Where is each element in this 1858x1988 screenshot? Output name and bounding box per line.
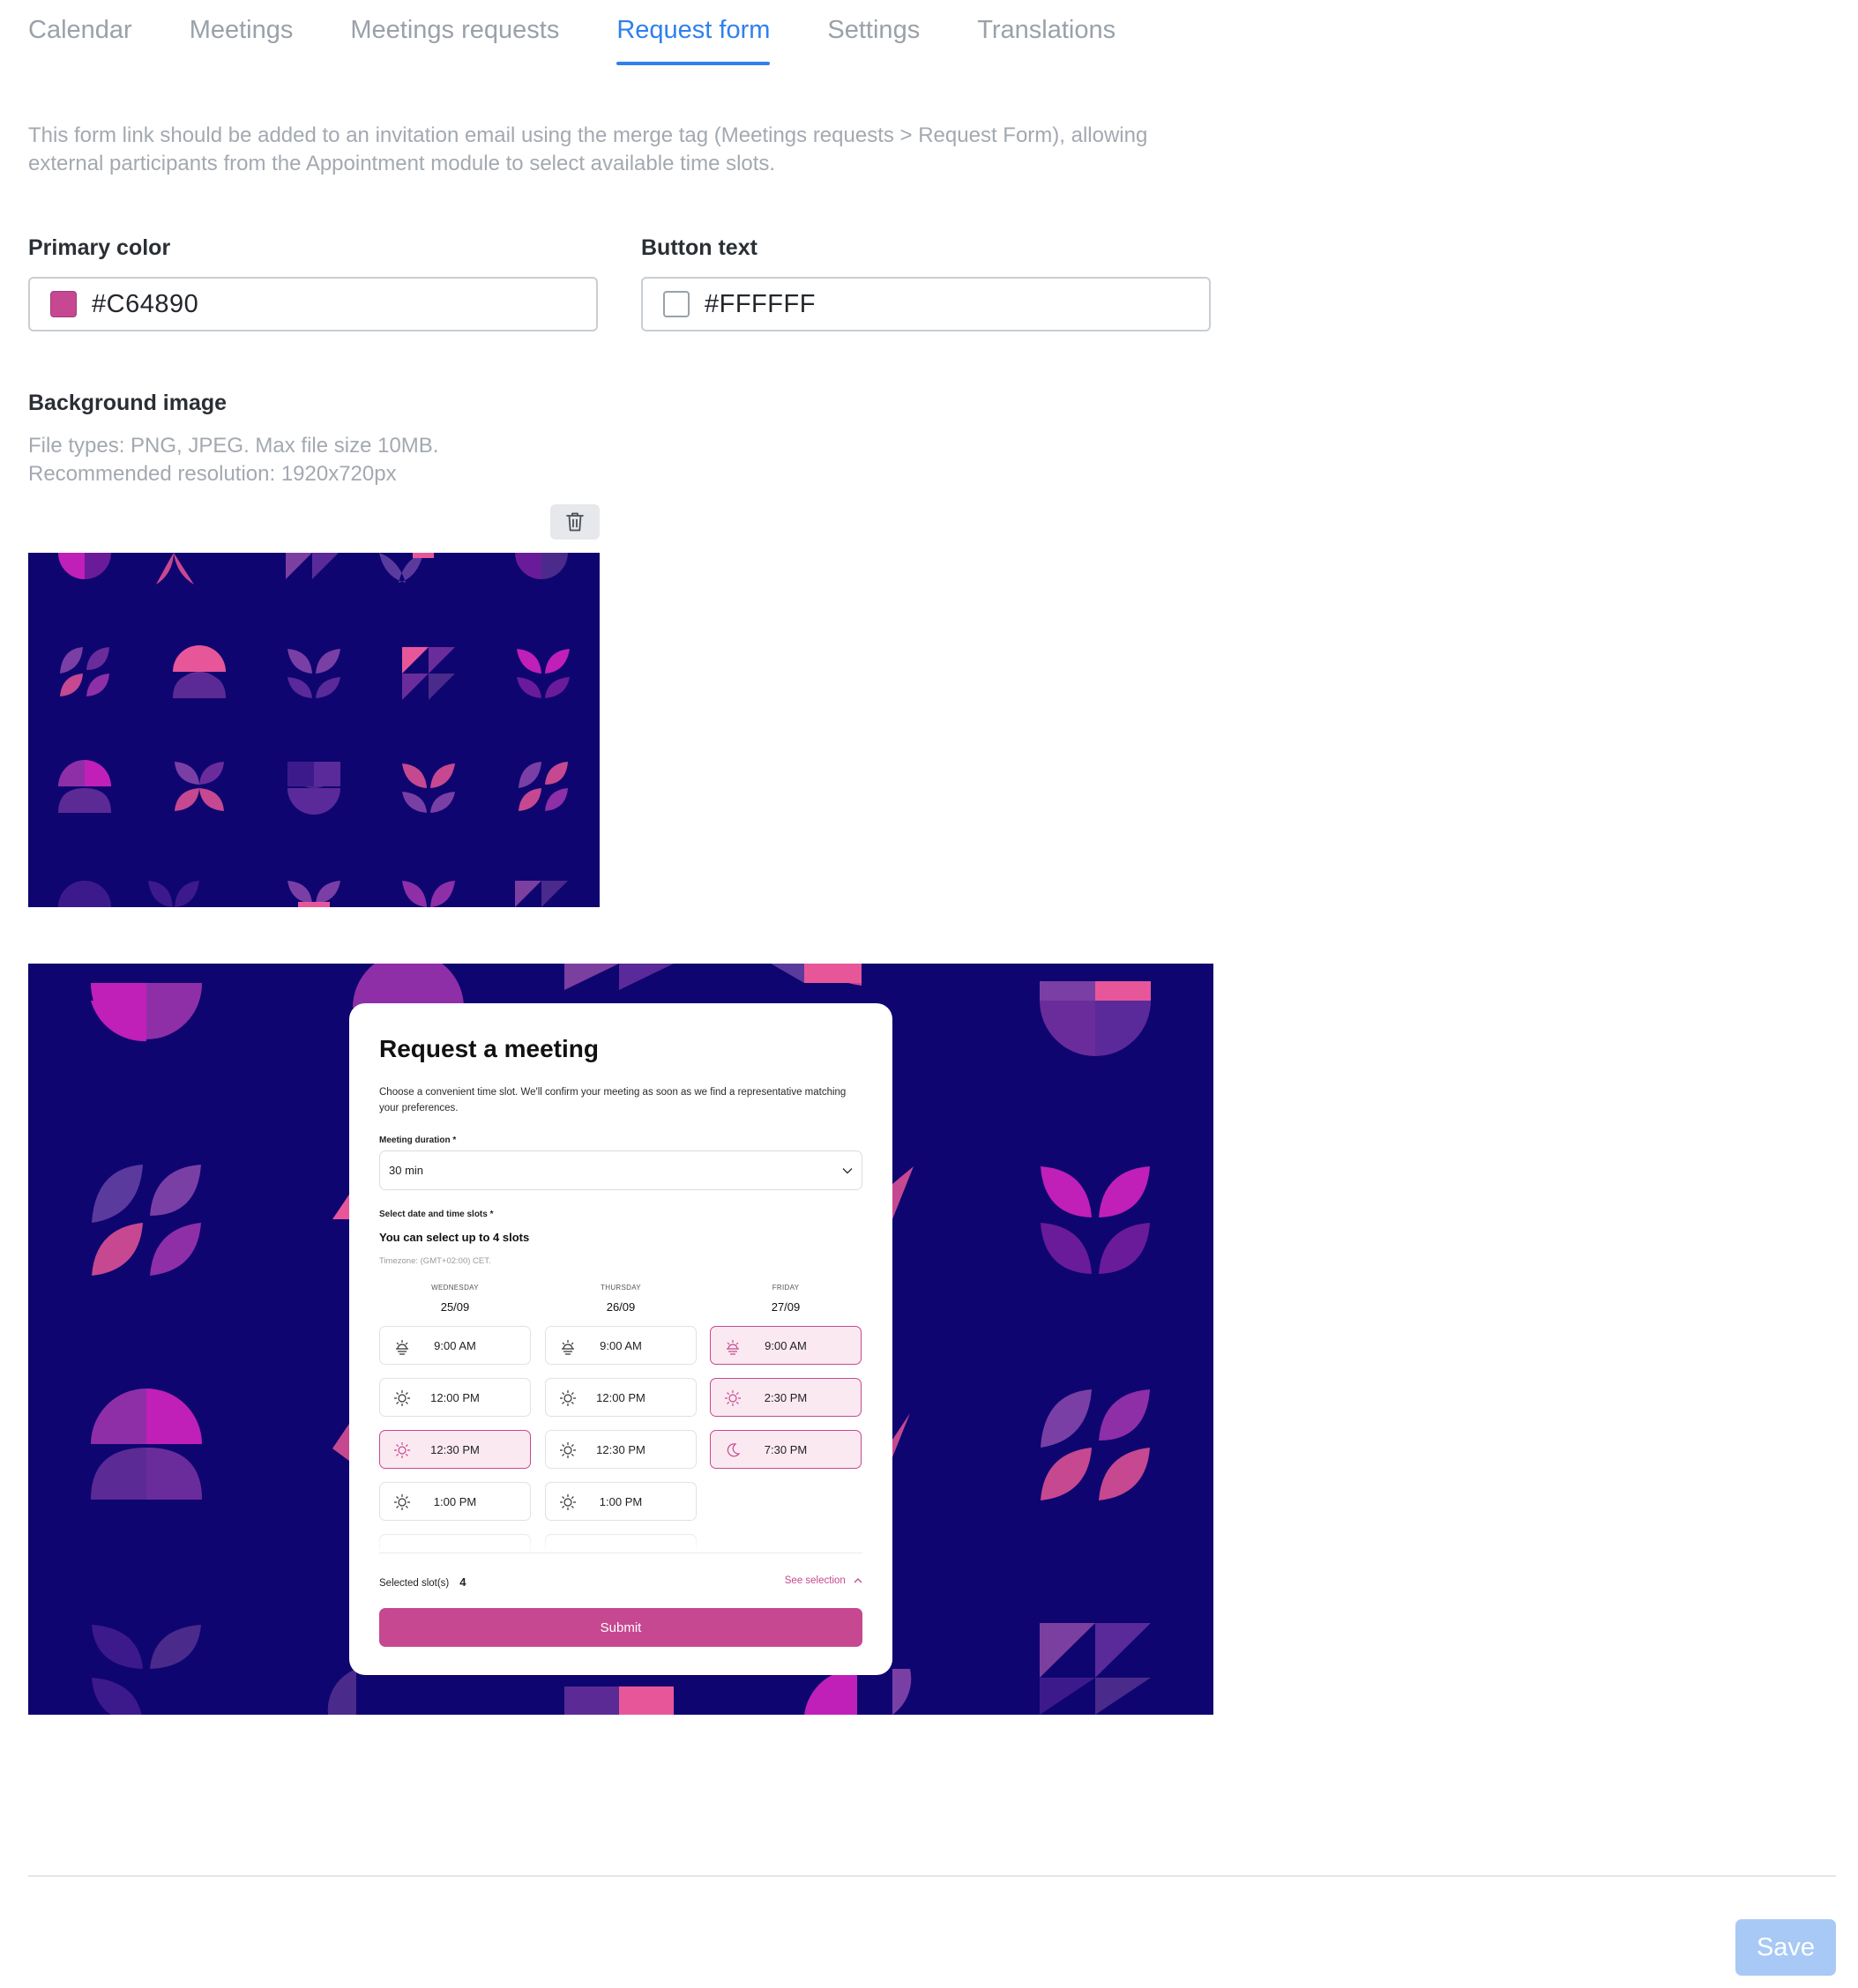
tab-settings[interactable]: Settings	[827, 0, 920, 65]
duration-select[interactable]: 30 min	[379, 1150, 862, 1190]
background-image-thumbnail	[28, 553, 600, 907]
primary-color-input[interactable]: #C64890	[28, 277, 598, 331]
slots-label: Select date and time slots *	[379, 1210, 494, 1219]
primary-color-label: Primary color	[28, 235, 171, 260]
tab-translations[interactable]: Translations	[977, 0, 1116, 65]
day-header-wednesday: WEDNESDAY 25/09	[431, 1284, 479, 1314]
footer-divider	[28, 1875, 1836, 1877]
delete-image-button[interactable]	[550, 504, 600, 540]
file-types-hint: File types: PNG, JPEG. Max file size 10M…	[28, 434, 439, 458]
save-button[interactable]: Save	[1735, 1919, 1836, 1976]
request-meeting-card: Request a meeting Choose a convenient ti…	[349, 1003, 892, 1675]
card-divider	[379, 1552, 862, 1553]
request-meeting-title: Request a meeting	[379, 1035, 599, 1062]
primary-color-value: #C64890	[92, 289, 199, 318]
time-slot[interactable]: 9:00 AM	[545, 1326, 697, 1365]
primary-color-swatch[interactable]	[50, 291, 77, 317]
time-slot-selected[interactable]: 2:30 PM	[710, 1378, 862, 1417]
selected-slots-count: 4	[459, 1575, 466, 1589]
time-slot-selected[interactable]: 9:00 AM	[710, 1326, 862, 1365]
submit-button[interactable]: Submit	[379, 1608, 862, 1647]
time-slot[interactable]: 12:30 PM	[545, 1430, 697, 1469]
trash-icon	[566, 512, 584, 532]
see-selection-link[interactable]: See selection	[785, 1575, 862, 1586]
button-text-label: Button text	[641, 235, 757, 260]
background-image-label: Background image	[28, 391, 228, 415]
day-header-thursday: THURSDAY 26/09	[601, 1284, 641, 1314]
tab-calendar[interactable]: Calendar	[28, 0, 132, 65]
request-meeting-subtitle: Choose a convenient time slot. We'll con…	[379, 1087, 847, 1113]
duration-value: 30 min	[389, 1164, 424, 1177]
request-form-preview: Request a meeting Choose a convenient ti…	[28, 964, 1213, 1715]
selected-slots-summary: Selected slot(s) 4	[379, 1575, 466, 1589]
time-slot-selected[interactable]: 12:30 PM	[379, 1430, 531, 1469]
button-text-color-swatch[interactable]	[663, 291, 690, 317]
button-text-color-input[interactable]: #FFFFFF	[641, 277, 1211, 331]
time-slot-selected[interactable]: 7:30 PM	[710, 1430, 862, 1469]
tab-bar: Calendar Meetings Meetings requests Requ…	[28, 0, 1173, 71]
slot-list-fade	[379, 1532, 862, 1553]
tab-meetings-requests[interactable]: Meetings requests	[350, 0, 559, 65]
time-slot[interactable]: 12:00 PM	[545, 1378, 697, 1417]
day-header-friday: FRIDAY 27/09	[771, 1284, 801, 1314]
slot-limit-text: You can select up to 4 slots	[379, 1231, 530, 1244]
form-description: This form link should be added to an inv…	[28, 123, 1148, 175]
button-text-color-value: #FFFFFF	[705, 289, 816, 318]
pattern-thumbnail	[28, 553, 600, 907]
time-slot[interactable]: 9:00 AM	[379, 1326, 531, 1365]
resolution-hint: Recommended resolution: 1920x720px	[28, 462, 397, 486]
timezone-text: Timezone: (GMT+02:00) CET.	[379, 1256, 491, 1266]
tab-meetings[interactable]: Meetings	[190, 0, 294, 65]
time-slot[interactable]: 1:00 PM	[545, 1482, 697, 1521]
chevron-up-icon	[854, 1578, 862, 1583]
duration-label: Meeting duration *	[379, 1135, 457, 1145]
time-slot[interactable]: 12:00 PM	[379, 1378, 531, 1417]
chevron-down-icon	[842, 1167, 853, 1173]
time-slot[interactable]: 1:00 PM	[379, 1482, 531, 1521]
tab-request-form[interactable]: Request form	[616, 0, 771, 65]
